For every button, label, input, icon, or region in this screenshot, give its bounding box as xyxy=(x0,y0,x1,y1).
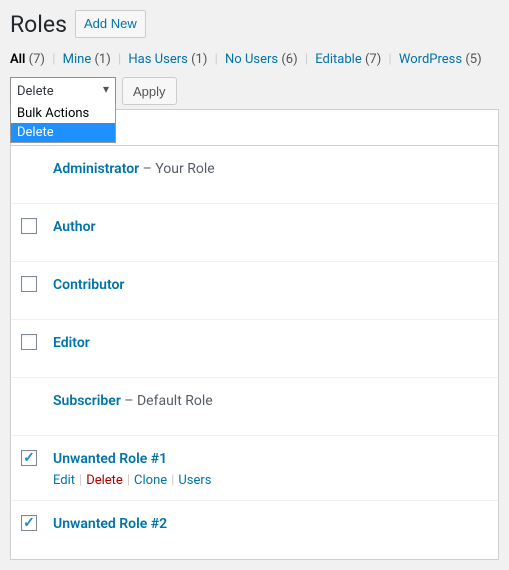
bulk-option-bulk-actions[interactable]: Bulk Actions xyxy=(11,104,115,123)
role-link-contributor[interactable]: Contributor xyxy=(53,277,124,293)
filter-links: All (7) | Mine (1) | Has Users (1) | No … xyxy=(10,52,499,67)
page-title: Roles xyxy=(10,11,67,38)
action-clone[interactable]: Clone xyxy=(134,473,167,488)
apply-button[interactable]: Apply xyxy=(122,77,177,105)
role-link-subscriber[interactable]: Subscriber xyxy=(53,393,121,409)
filter-has-users[interactable]: Has Users xyxy=(128,52,187,67)
add-new-button[interactable]: Add New xyxy=(75,10,146,38)
bulk-action-select[interactable]: Delete Bulk Actions Delete xyxy=(10,77,116,105)
role-suffix: – Your Role xyxy=(139,161,214,177)
filter-no-users[interactable]: No Users xyxy=(225,52,278,67)
table-row: Unwanted Role #2 xyxy=(11,501,498,559)
filter-mine[interactable]: Mine xyxy=(63,52,92,67)
filter-all-count: (7) xyxy=(29,52,45,67)
table-row: Subscriber – Default Role xyxy=(11,378,498,436)
bulk-action-dropdown: Bulk Actions Delete xyxy=(10,104,116,143)
bulk-option-delete[interactable]: Delete xyxy=(11,123,115,142)
roles-table: e Administrator – Your Role Author Contr… xyxy=(10,109,499,560)
filter-editable[interactable]: Editable xyxy=(315,52,361,67)
role-link-unwanted-1[interactable]: Unwanted Role #1 xyxy=(53,451,167,467)
filter-has-users-count: (1) xyxy=(191,52,207,67)
row-checkbox[interactable] xyxy=(21,276,37,292)
filter-no-users-count: (6) xyxy=(281,52,297,67)
row-checkbox[interactable] xyxy=(21,515,37,531)
table-row: Editor xyxy=(11,320,498,378)
table-row: Unwanted Role #1 Edit|Delete|Clone|Users xyxy=(11,436,498,501)
action-users[interactable]: Users xyxy=(178,473,211,488)
table-row: Contributor xyxy=(11,262,498,320)
filter-editable-count: (7) xyxy=(365,52,381,67)
role-link-author[interactable]: Author xyxy=(53,219,96,235)
filter-all[interactable]: All xyxy=(10,52,25,67)
table-row: Administrator – Your Role xyxy=(11,146,498,204)
table-row: Author xyxy=(11,204,498,262)
bulk-action-selected: Delete xyxy=(17,84,54,99)
filter-wordpress[interactable]: WordPress xyxy=(399,52,462,67)
row-checkbox[interactable] xyxy=(21,450,37,466)
action-delete[interactable]: Delete xyxy=(86,473,123,488)
row-checkbox[interactable] xyxy=(21,218,37,234)
action-edit[interactable]: Edit xyxy=(53,473,75,488)
row-checkbox[interactable] xyxy=(21,334,37,350)
filter-mine-count: (1) xyxy=(94,52,110,67)
column-header-name[interactable]: e xyxy=(53,118,488,137)
filter-wordpress-count: (5) xyxy=(465,52,481,67)
role-link-administrator[interactable]: Administrator xyxy=(53,161,139,177)
role-link-unwanted-2[interactable]: Unwanted Role #2 xyxy=(53,516,167,532)
role-link-editor[interactable]: Editor xyxy=(53,335,90,351)
role-suffix: – Default Role xyxy=(121,393,213,409)
row-actions: Edit|Delete|Clone|Users xyxy=(53,473,488,488)
